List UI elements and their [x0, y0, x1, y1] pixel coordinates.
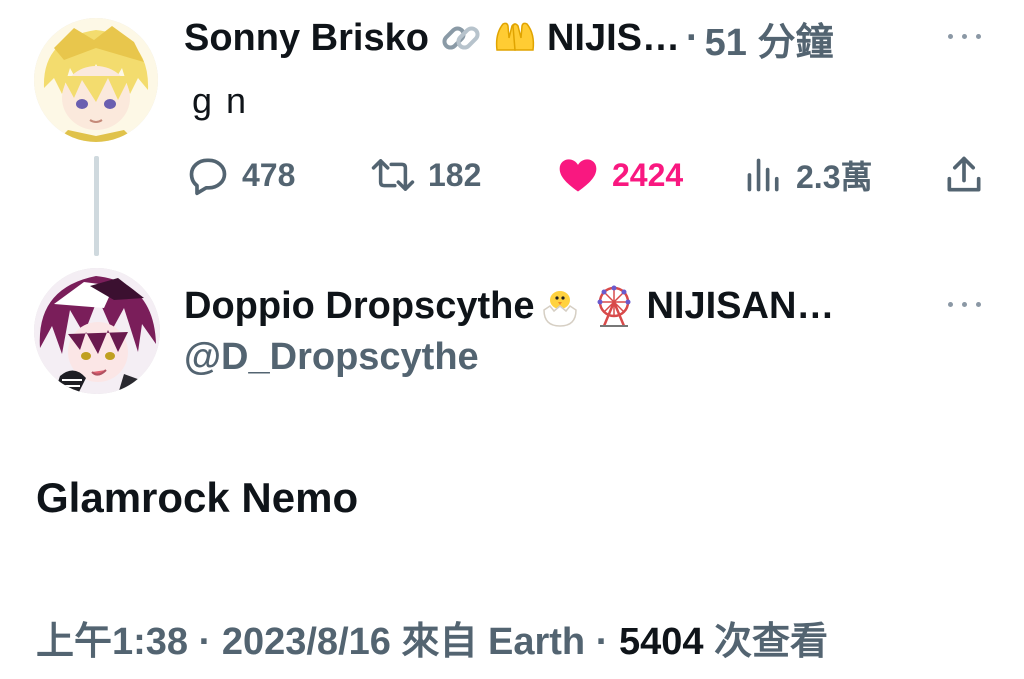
- reply-author-name[interactable]: Sonny Brisko: [184, 17, 429, 60]
- meta-separator: ·: [595, 621, 609, 663]
- tweet-meta-line: 上午1:38 · 2023/8/16 來自 Earth · 5404 次查看: [36, 610, 828, 665]
- reply-action[interactable]: 478: [186, 152, 295, 198]
- thread-connector-line: [94, 156, 99, 256]
- main-author-name[interactable]: Doppio Dropscythe: [184, 285, 534, 328]
- share-icon: [947, 156, 981, 192]
- reply-timestamp[interactable]: 51 分鐘: [705, 11, 834, 66]
- reply-count: 478: [242, 156, 296, 193]
- retweet-action[interactable]: 182: [370, 152, 481, 198]
- main-tweet-text: Glamrock Nemo: [36, 474, 359, 521]
- like-action[interactable]: 2424: [556, 152, 683, 198]
- ferris-wheel-emoji-icon: [592, 284, 636, 328]
- hatching-chick-emoji-icon: [538, 284, 582, 328]
- link-emoji-icon: [439, 16, 483, 60]
- reply-more-options-icon[interactable]: [946, 28, 986, 44]
- like-count: 2424: [612, 156, 684, 193]
- raised-hands-emoji-icon: [493, 16, 537, 60]
- main-author-header[interactable]: Doppio Dropscythe NIJISAN…: [184, 280, 834, 332]
- views-chart-icon: [747, 158, 779, 192]
- tweet-date-source[interactable]: 2023/8/16 來自 Earth: [222, 621, 585, 663]
- meta-separator: ·: [198, 621, 212, 663]
- main-more-options-icon[interactable]: [946, 296, 986, 312]
- tweet-views-label: 次查看: [714, 621, 829, 663]
- reply-tweet-text: g n: [192, 80, 249, 121]
- header-separator: ·: [686, 16, 699, 59]
- views-count: 2.3萬: [796, 159, 873, 195]
- reply-author-header[interactable]: Sonny Brisko NIJIS… · 51 分鐘: [184, 10, 833, 66]
- main-author-avatar[interactable]: [34, 268, 160, 394]
- views-action[interactable]: 2.3萬: [744, 152, 873, 198]
- reply-icon: [189, 158, 227, 196]
- tweet-time[interactable]: 上午1:38: [36, 621, 188, 663]
- retweet-count: 182: [428, 156, 482, 193]
- heart-filled-icon: [559, 159, 597, 192]
- tweet-view-count: 5404: [618, 621, 704, 663]
- main-author-name-suffix: NIJISAN…: [646, 284, 835, 327]
- main-author-handle[interactable]: @D_Dropscythe: [184, 336, 479, 379]
- reply-author-avatar[interactable]: [34, 18, 158, 142]
- reply-author-name-suffix: NIJIS…: [546, 16, 680, 59]
- tweet-thread-page: Sonny Brisko NIJIS… · 51 分鐘 g n 478 182 …: [0, 0, 1024, 679]
- share-action[interactable]: [942, 152, 998, 198]
- retweet-icon: [371, 159, 415, 191]
